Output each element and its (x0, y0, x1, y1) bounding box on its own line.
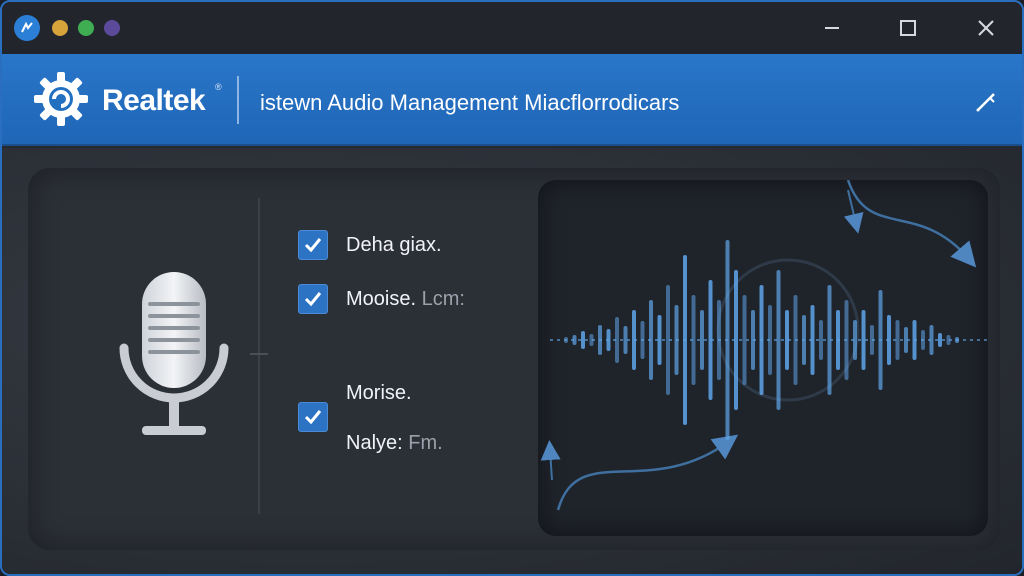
waveform-bar (802, 315, 806, 365)
option-label: Morise. (346, 382, 412, 404)
option-row (298, 230, 328, 260)
waveform-bar (734, 270, 738, 410)
maximize-button[interactable] (890, 12, 926, 44)
option-label: Deha giax. (346, 234, 442, 256)
waveform-bar (870, 325, 874, 355)
waveform-bar (674, 305, 679, 375)
maximize-icon (900, 20, 916, 36)
app-window: Realtek ® istewn Audio Management Miacfl… (0, 0, 1024, 576)
waveform-bar (725, 240, 730, 440)
option-row (298, 402, 328, 432)
waveform-bar (929, 325, 934, 355)
option-checkbox[interactable] (298, 402, 328, 432)
main-content: Deha giax. Mooise. Lcm: Morise. Nalye: F… (2, 148, 1022, 574)
page-title: istewn Audio Management Miacflorrodicars (260, 90, 680, 115)
waveform-bar (878, 290, 883, 390)
waveform-bar (810, 305, 815, 375)
waveform-bar (895, 320, 900, 360)
waveform-bar (564, 337, 568, 343)
waveform-bar (632, 310, 636, 370)
header-band: Realtek ® istewn Audio Management Miacfl… (2, 54, 1022, 146)
waveform-bar (742, 295, 747, 385)
waveform-bar (904, 327, 908, 353)
close-icon (978, 20, 994, 36)
pen-icon[interactable] (972, 88, 1000, 116)
waveform-bar (912, 320, 917, 360)
waveform-bar (598, 325, 602, 355)
microphone-icon (119, 272, 229, 435)
window-dot-purple (104, 20, 120, 36)
waveform-bar (708, 280, 713, 400)
waveform-bar (768, 305, 772, 375)
waveform-bar (793, 295, 798, 385)
option-label-sub: Lcm: (421, 288, 465, 310)
waveform-bar (615, 317, 619, 363)
window-dot-green (78, 20, 94, 36)
divider-tick (250, 353, 268, 355)
waveform-bar (572, 335, 577, 345)
waveform-panel (538, 180, 988, 536)
waveform-bar (827, 285, 832, 395)
waveform-bar (938, 333, 942, 347)
header-divider (237, 76, 239, 124)
minimize-icon (825, 27, 839, 29)
panel-divider (258, 198, 260, 514)
flow-arrow (846, 180, 977, 268)
waveform-bar (921, 330, 925, 350)
close-button[interactable] (968, 12, 1004, 44)
waveform-bar (606, 329, 611, 351)
waveform-bar (844, 300, 849, 380)
waveform-bar (785, 310, 789, 370)
waveform-bar (751, 310, 755, 370)
option-label: Nalye: Fm. (346, 432, 443, 455)
waveform-bar (861, 310, 866, 370)
checkmark-icon (304, 410, 322, 425)
waveform-bar (717, 300, 721, 380)
registered-mark: ® (215, 82, 222, 92)
flow-arrow (556, 434, 739, 511)
window-dot-yellow (52, 20, 68, 36)
waveform-bar (819, 320, 823, 360)
realtek-logo-icon (34, 72, 88, 126)
waveform-bar (836, 310, 840, 370)
settings-panel: Deha giax. Mooise. Lcm: Morise. Nalye: F… (28, 168, 1000, 550)
waveform-bar (581, 331, 585, 349)
option-checkbox[interactable] (298, 284, 328, 314)
waveform-bar (946, 335, 951, 345)
waveform-bar (589, 334, 594, 346)
waveform-bar (853, 320, 857, 360)
flow-arrow (540, 440, 561, 481)
minimize-button[interactable] (814, 12, 850, 44)
waveform-bar (657, 315, 662, 365)
option-row (298, 284, 328, 314)
waveform-visualizer (540, 180, 988, 511)
waveform-bar (887, 315, 891, 365)
waveform-bar (776, 270, 781, 410)
waveform-bar (666, 285, 670, 395)
waveform-bar (955, 337, 959, 343)
waveform-bar (649, 300, 653, 380)
app-badge-icon[interactable] (14, 15, 40, 41)
option-label-sub: Fm. (408, 432, 443, 454)
waveform-bar (700, 310, 704, 370)
waveform-bar (691, 295, 696, 385)
waveform-bar (759, 285, 764, 395)
waveform-bar (683, 255, 687, 425)
checkmark-icon (304, 238, 322, 253)
checkmark-icon (304, 292, 322, 307)
title-bar (2, 2, 1022, 54)
waveform-bar (623, 326, 628, 354)
option-label: Mooise. Lcm: (346, 288, 465, 311)
waveform-bar (640, 321, 645, 359)
option-label-main: Nalye: (346, 432, 403, 454)
option-checkbox[interactable] (298, 230, 328, 260)
brand-name: Realtek (102, 84, 206, 117)
option-label-main: Mooise. (346, 288, 417, 310)
